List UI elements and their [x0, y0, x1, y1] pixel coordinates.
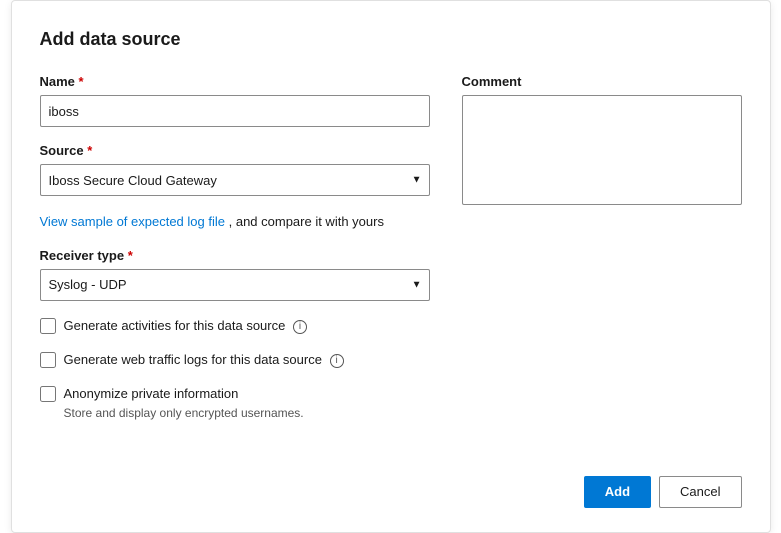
generate-web-traffic-info-icon[interactable]: i: [330, 354, 344, 368]
checkbox1-label-group: Generate activities for this data source…: [64, 317, 307, 335]
add-data-source-dialog: Add data source Name * Source * Ib: [11, 0, 771, 532]
add-button[interactable]: Add: [584, 476, 651, 508]
form-layout: Name * Source * Iboss Secure Cloud Gatew…: [40, 74, 742, 435]
receiver-type-select[interactable]: Syslog - UDP Syslog - TCP FTP: [40, 269, 430, 301]
form-right-column: Comment: [462, 74, 742, 435]
dialog-title: Add data source: [40, 29, 742, 50]
name-field-group: Name *: [40, 74, 430, 127]
source-select-wrapper: Iboss Secure Cloud Gateway ▼: [40, 164, 430, 196]
comment-field-group: Comment: [462, 74, 742, 208]
name-required-star: *: [79, 74, 84, 89]
checkbox2-label-group: Generate web traffic logs for this data …: [64, 351, 344, 369]
receiver-required-star: *: [128, 248, 133, 263]
receiver-type-select-wrapper: Syslog - UDP Syslog - TCP FTP ▼: [40, 269, 430, 301]
cancel-button[interactable]: Cancel: [659, 476, 741, 508]
anonymize-checkbox[interactable]: [40, 386, 56, 402]
source-field-group: Source * Iboss Secure Cloud Gateway ▼: [40, 143, 430, 196]
comment-textarea[interactable]: [462, 95, 742, 205]
receiver-type-label: Receiver type *: [40, 248, 430, 263]
sample-link-container: View sample of expected log file , and c…: [40, 212, 430, 232]
dialog-footer: Add Cancel: [40, 460, 742, 508]
name-input[interactable]: [40, 95, 430, 127]
generate-activities-info-icon[interactable]: i: [293, 320, 307, 334]
source-required-star: *: [87, 143, 92, 158]
receiver-type-field-group: Receiver type * Syslog - UDP Syslog - TC…: [40, 248, 430, 301]
generate-web-traffic-checkbox[interactable]: [40, 352, 56, 368]
comment-label: Comment: [462, 74, 742, 89]
checkbox1-group: Generate activities for this data source…: [40, 317, 430, 335]
source-select[interactable]: Iboss Secure Cloud Gateway: [40, 164, 430, 196]
checkbox2-group: Generate web traffic logs for this data …: [40, 351, 430, 369]
name-label: Name *: [40, 74, 430, 89]
checkbox3-label-group: Anonymize private information Store and …: [64, 385, 304, 419]
generate-activities-checkbox[interactable]: [40, 318, 56, 334]
source-label: Source *: [40, 143, 430, 158]
sample-link[interactable]: View sample of expected log file: [40, 214, 229, 229]
form-left-column: Name * Source * Iboss Secure Cloud Gatew…: [40, 74, 430, 435]
checkbox3-group: Anonymize private information Store and …: [40, 385, 430, 419]
